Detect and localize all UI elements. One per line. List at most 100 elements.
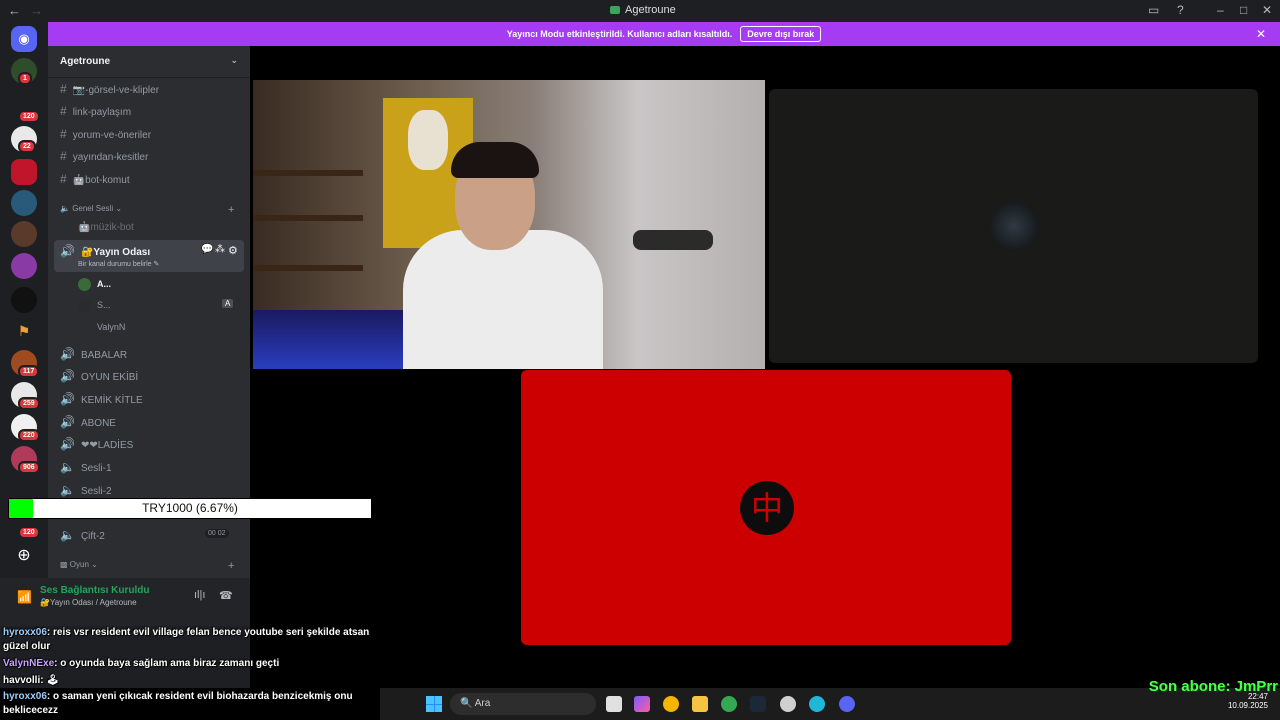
title-bar: ← → Agetroune ▭ ? – □ ✕ <box>0 0 1280 22</box>
speaker-icon: 🔊 <box>60 415 75 429</box>
chrome-icon[interactable] <box>721 696 737 712</box>
chat-icon[interactable]: 💬 <box>201 244 213 255</box>
taskbar: 🔍 Ara <box>380 688 1280 720</box>
participant-tile[interactable]: 中 <box>521 370 1011 645</box>
voice-channel[interactable]: 🔊 OYUN EKİBİ <box>60 369 138 383</box>
text-channel[interactable]: # 📷-görsel-ve-klipler <box>60 82 159 96</box>
hash-icon: # <box>60 82 67 96</box>
category-game[interactable]: ▩ Oyun ⌄ + <box>60 560 250 572</box>
server-icon[interactable] <box>11 253 37 279</box>
stream-icon: A <box>222 299 234 308</box>
forward-arrow-icon[interactable]: → <box>30 3 43 18</box>
text-channel[interactable]: # 🤖bot-komut <box>60 172 130 186</box>
speaker-icon: 🔈 <box>60 204 73 213</box>
mention-badge: 1 <box>18 72 32 85</box>
clock-time: 22:47 <box>1247 692 1268 701</box>
server-icon[interactable] <box>11 159 37 185</box>
voice-channel[interactable]: 🔊 ABONE <box>60 415 116 429</box>
server-icon[interactable] <box>11 221 37 247</box>
voice-channel[interactable]: 🔈 Sesli-1 <box>60 460 112 474</box>
task-view-icon[interactable] <box>606 696 622 712</box>
invite-icon[interactable]: ⁂ <box>215 244 225 255</box>
minimize-icon[interactable]: – <box>1217 3 1224 17</box>
help-icon[interactable]: ? <box>1177 3 1184 17</box>
participant-tile[interactable] <box>769 89 1258 363</box>
voice-channel[interactable]: 🔊 KEMİK KİTLE <box>60 392 143 406</box>
start-icon[interactable] <box>426 696 442 712</box>
webcam-stream[interactable] <box>253 80 765 369</box>
server-icon[interactable]: ⚑ <box>11 318 37 344</box>
neon-light <box>253 310 413 369</box>
disable-streamer-mode-button[interactable]: Devre dışı bırak <box>740 26 822 42</box>
voice-member[interactable]: A... <box>78 278 111 291</box>
shelf <box>253 265 363 271</box>
copilot-icon[interactable] <box>634 696 650 712</box>
mention-badge: 22 <box>18 140 36 153</box>
noise-suppression-icon[interactable]: ıl|ı <box>194 589 205 601</box>
hash-icon: # <box>60 104 67 118</box>
discord-home-icon[interactable]: ◉ <box>11 26 37 52</box>
category-voice[interactable]: 🔈 Genel Sesli ⌄ + <box>60 204 250 216</box>
signal-icon: 📶 <box>17 590 32 604</box>
voice-channel-muzik[interactable]: 🤖müzik-bot <box>78 222 134 233</box>
text-channel[interactable]: # yayından-kesitler <box>60 149 148 163</box>
speaker-icon: 🔈 <box>60 528 75 542</box>
clock-date: 10.09.2025 <box>1227 701 1268 710</box>
channel-status[interactable]: Bir kanal durumu belirle ✎ <box>78 260 159 268</box>
add-channel-icon[interactable]: + <box>228 204 234 216</box>
close-window-icon[interactable]: ✕ <box>1262 3 1272 17</box>
voice-channel[interactable]: 🔊 BABALAR <box>60 347 127 361</box>
add-server-icon[interactable]: ⊕ <box>11 543 37 569</box>
taskbar-search[interactable]: 🔍 Ara <box>450 693 596 715</box>
system-tray[interactable]: 22:47 10.09.2025 <box>1228 692 1268 710</box>
back-arrow-icon[interactable]: ← <box>8 3 21 18</box>
text-channel[interactable]: # yorum-ve-öneriler <box>60 127 151 141</box>
banner-message: Yayıncı Modu etkinleştirildi. Kullanıcı … <box>506 29 733 39</box>
mention-badge: 259 <box>18 397 40 410</box>
server-icon[interactable] <box>11 287 37 313</box>
chat-message: hyroxx06: o saman yeni çıkıcak resident … <box>3 691 353 716</box>
text-channel[interactable]: # link-paylaşım <box>60 104 131 118</box>
mention-badge: 120 <box>18 110 40 123</box>
voice-channel[interactable]: 🔈 Çift-2 <box>60 528 105 542</box>
speaker-icon: 🔊 <box>60 392 75 406</box>
server-icon <box>610 6 620 15</box>
maximize-icon[interactable]: □ <box>1240 3 1247 17</box>
mention-badge: 220 <box>18 429 40 442</box>
chat-message: hyroxx06: reis vsr resident evil village… <box>3 627 370 652</box>
donation-goal-bar: TRY1000 (6.67%) <box>8 498 372 519</box>
steam-icon[interactable] <box>750 696 766 712</box>
voice-member[interactable]: S... <box>78 299 111 312</box>
edge-icon[interactable] <box>809 696 825 712</box>
server-header[interactable]: Agetroune ⌄ <box>48 46 250 78</box>
inbox-icon[interactable]: ▭ <box>1148 3 1159 17</box>
speaker-icon: 🔊 <box>60 437 75 451</box>
speaker-icon: 🔊 <box>60 347 75 361</box>
voice-channel[interactable]: 🔈 Sesli-2 <box>60 483 112 497</box>
speaker-icon: 🔈 <box>60 483 75 497</box>
chrome-icon[interactable] <box>663 696 679 712</box>
hash-icon: # <box>60 172 67 186</box>
voice-connection-panel: 📶 Ses Bağlantısı Kuruldu 🔐Yayın Odası / … <box>0 578 250 626</box>
chat-message: havvolli: 🕹 <box>3 675 60 686</box>
file-explorer-icon[interactable] <box>692 696 708 712</box>
streamer-mode-banner: Yayıncı Modu etkinleştirildi. Kullanıcı … <box>48 22 1280 46</box>
voice-member[interactable]: ValynN <box>78 321 125 334</box>
voice-channel[interactable]: 🔊 ❤❤LADİES <box>60 437 133 451</box>
hash-icon: # <box>60 127 67 141</box>
gear-icon[interactable]: ⚙ <box>228 244 238 257</box>
discord-icon[interactable] <box>839 696 855 712</box>
poster-face <box>408 110 448 170</box>
disconnect-icon[interactable]: ☎ <box>219 589 233 602</box>
streamer-body <box>403 230 603 369</box>
speaker-icon: 🔈 <box>60 460 75 474</box>
server-icon[interactable] <box>11 190 37 216</box>
voice-status-subtitle[interactable]: 🔐Yayın Odası / Agetroune <box>40 598 137 607</box>
voice-status-title[interactable]: Ses Bağlantısı Kuruldu <box>40 585 149 596</box>
close-banner-icon[interactable]: ✕ <box>1256 27 1266 41</box>
app-icon[interactable] <box>780 696 796 712</box>
mention-badge: 906 <box>18 461 40 474</box>
add-channel-icon[interactable]: + <box>228 560 234 572</box>
chevron-down-icon: ⌄ <box>230 55 238 65</box>
avatar: 中 <box>740 481 794 535</box>
